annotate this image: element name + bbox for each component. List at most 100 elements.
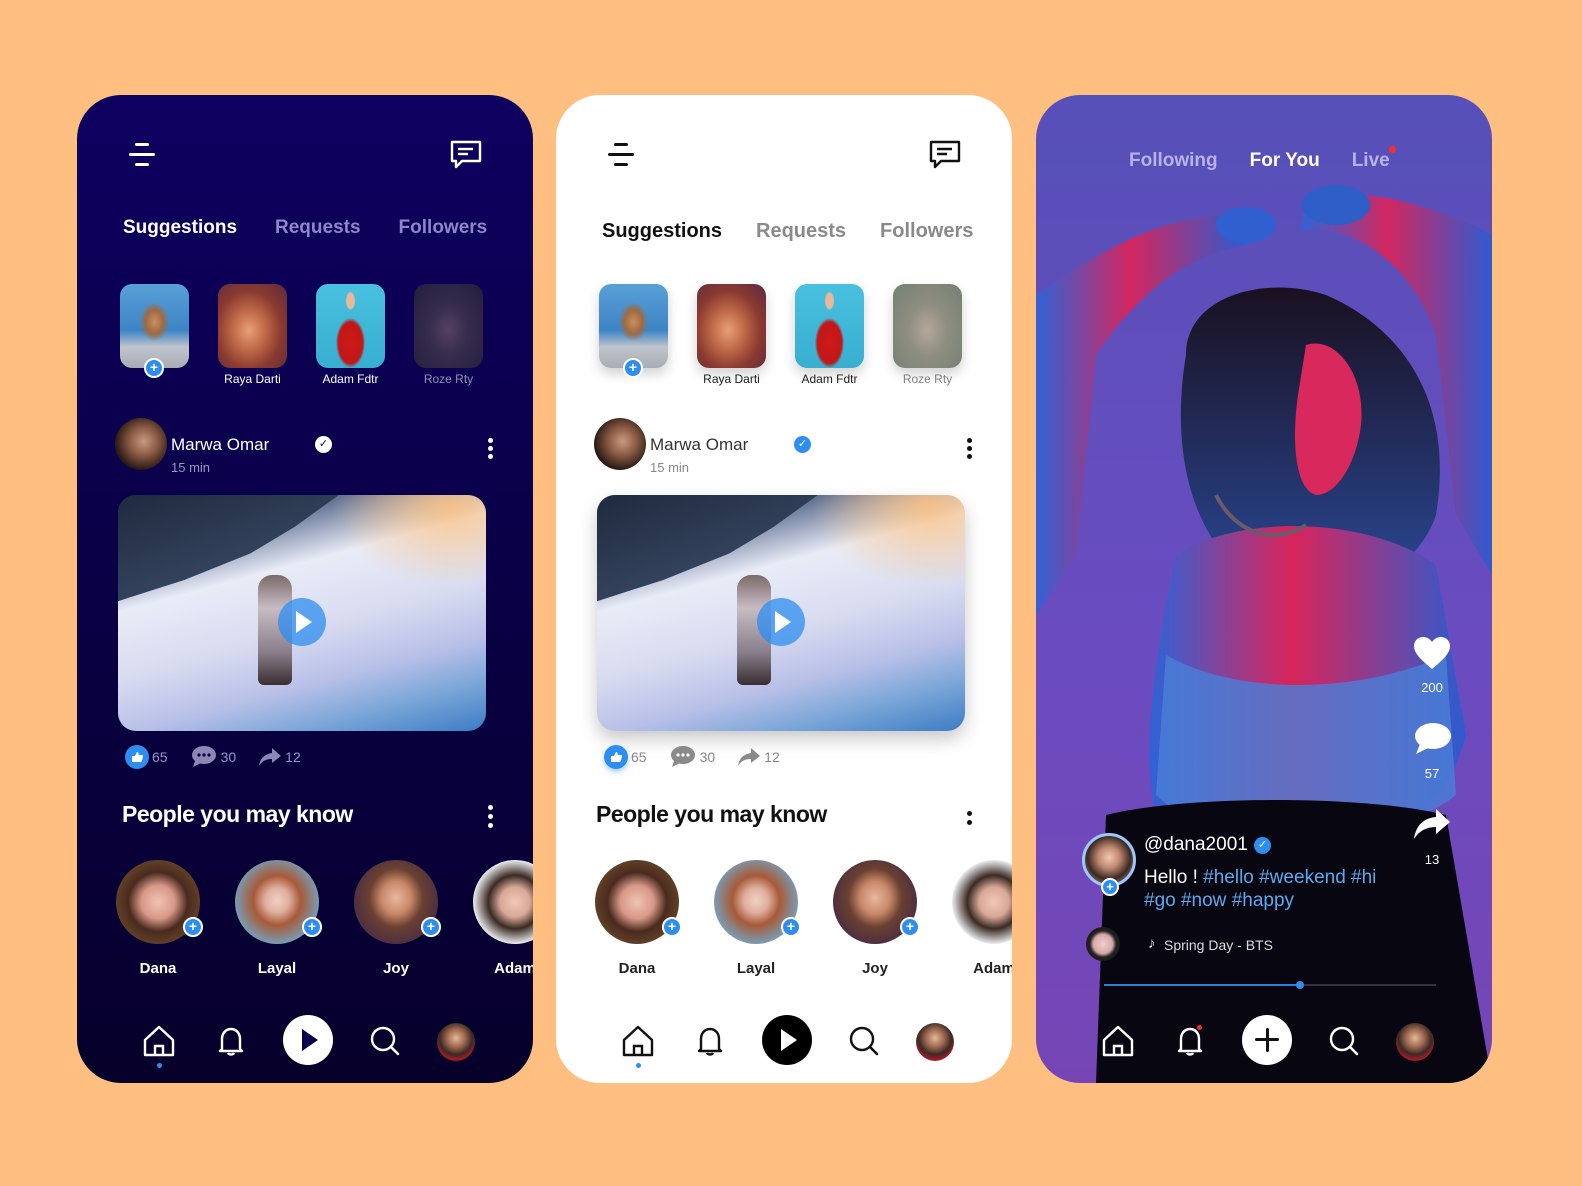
like-count: 65: [631, 749, 647, 765]
follow-button[interactable]: +: [421, 917, 441, 937]
follow-button[interactable]: +: [302, 917, 322, 937]
comment-button[interactable]: 30: [669, 745, 715, 769]
thumbs-up-icon: [604, 745, 628, 769]
post-more-options-icon[interactable]: [964, 438, 974, 459]
follow-button[interactable]: +: [662, 917, 682, 937]
person-card[interactable]: + Joy: [833, 860, 920, 977]
stories-row: + Raya Darti Adam Fdtr Roze Rty: [120, 284, 483, 387]
creator-handle[interactable]: @dana2001: [1144, 834, 1248, 856]
person-avatar: +: [116, 860, 203, 944]
tab-requests[interactable]: Requests: [756, 220, 846, 243]
tab-following[interactable]: Following: [1129, 150, 1218, 172]
like-video-button[interactable]: 200: [1410, 635, 1454, 695]
person-card[interactable]: Adam: [473, 860, 533, 977]
bell-icon[interactable]: [692, 1023, 728, 1059]
profile-avatar[interactable]: [437, 1023, 475, 1061]
comment-video-button[interactable]: 57: [1410, 721, 1454, 781]
profile-avatar[interactable]: [1396, 1023, 1434, 1061]
story-name: Adam Fdtr: [322, 372, 379, 386]
post-more-options-icon[interactable]: [485, 438, 495, 459]
like-button[interactable]: 65: [125, 745, 168, 769]
video-progress-handle[interactable]: [1295, 981, 1304, 989]
hashtag[interactable]: #weekend: [1259, 867, 1346, 888]
post-video-thumbnail[interactable]: [597, 495, 965, 731]
home-icon[interactable]: [141, 1023, 177, 1059]
hashtag[interactable]: #go: [1144, 890, 1176, 911]
hamburger-menu-icon[interactable]: [129, 143, 157, 169]
post-reactions: 65 30 12: [125, 745, 301, 769]
hashtag[interactable]: #now: [1181, 890, 1226, 911]
tab-requests[interactable]: Requests: [275, 217, 361, 239]
like-count: 65: [152, 749, 168, 765]
story-own[interactable]: +: [599, 284, 668, 387]
share-button[interactable]: 12: [737, 746, 780, 768]
tab-live[interactable]: Live: [1352, 146, 1396, 172]
follow-button[interactable]: +: [183, 917, 203, 937]
hashtag[interactable]: #hi: [1351, 867, 1376, 888]
comment-button[interactable]: 30: [190, 745, 236, 769]
author-name[interactable]: Marwa Omar: [171, 435, 269, 455]
story-item[interactable]: Raya Darti: [218, 284, 287, 387]
bell-icon[interactable]: [213, 1023, 249, 1059]
person-card[interactable]: + Layal: [235, 860, 322, 977]
bottom-navigation: [556, 1015, 1012, 1075]
notifications-button[interactable]: [1172, 1023, 1208, 1059]
video-progress-bar[interactable]: [1104, 981, 1436, 989]
follow-creator-button[interactable]: +: [1101, 878, 1119, 896]
story-item[interactable]: Roze Rty: [414, 284, 483, 387]
share-video-button[interactable]: 13: [1410, 807, 1454, 867]
story-item[interactable]: Roze Rty: [893, 284, 962, 387]
tab-suggestions[interactable]: Suggestions: [602, 220, 722, 243]
tab-followers[interactable]: Followers: [399, 217, 488, 239]
story-item[interactable]: Adam Fdtr: [316, 284, 385, 387]
profile-avatar[interactable]: [916, 1023, 954, 1061]
story-item[interactable]: Adam Fdtr: [795, 284, 864, 387]
hashtag[interactable]: #hello: [1203, 867, 1254, 888]
people-more-options-icon[interactable]: [485, 805, 495, 828]
music-disc-icon[interactable]: [1086, 927, 1120, 961]
share-button[interactable]: 12: [258, 746, 301, 768]
play-video-button[interactable]: [757, 598, 805, 646]
person-name: Dana: [139, 960, 177, 977]
hamburger-menu-icon[interactable]: [608, 143, 636, 169]
post-time: 15 min: [650, 460, 690, 475]
add-story-button[interactable]: +: [623, 358, 643, 378]
tab-for-you[interactable]: For You: [1250, 150, 1320, 172]
video-caption: Hello ! #hello #weekend #hi #go #now #ha…: [1144, 866, 1394, 912]
person-card[interactable]: + Dana: [116, 860, 203, 977]
person-card[interactable]: + Layal: [714, 860, 801, 977]
play-button[interactable]: [283, 1015, 333, 1065]
person-card[interactable]: Adam: [952, 860, 1012, 977]
follow-button[interactable]: +: [781, 917, 801, 937]
follow-button[interactable]: +: [900, 917, 920, 937]
person-card[interactable]: + Joy: [354, 860, 441, 977]
author-avatar[interactable]: [115, 418, 167, 470]
hashtag[interactable]: #happy: [1232, 890, 1294, 911]
search-icon[interactable]: [1326, 1023, 1362, 1059]
home-icon[interactable]: [620, 1023, 656, 1059]
song-title[interactable]: Spring Day - BTS: [1164, 937, 1273, 953]
tab-followers[interactable]: Followers: [880, 220, 973, 243]
author-name[interactable]: Marwa Omar: [650, 435, 748, 455]
play-button[interactable]: [762, 1015, 812, 1065]
author-avatar[interactable]: [594, 418, 646, 470]
tab-suggestions[interactable]: Suggestions: [123, 217, 237, 239]
add-story-button[interactable]: +: [144, 358, 164, 378]
story-item[interactable]: Raya Darti: [697, 284, 766, 387]
like-button[interactable]: 65: [604, 745, 647, 769]
story-own[interactable]: +: [120, 284, 189, 387]
post-video-thumbnail[interactable]: [118, 495, 486, 731]
story-image: [218, 284, 287, 368]
chat-bubble-icon[interactable]: [928, 139, 962, 171]
top-bar: [77, 135, 533, 175]
search-icon[interactable]: [367, 1023, 403, 1059]
people-more-options-icon[interactable]: [964, 811, 974, 831]
creator-avatar[interactable]: +: [1082, 833, 1136, 896]
search-icon[interactable]: [846, 1023, 882, 1059]
chat-bubble-icon[interactable]: [449, 139, 483, 171]
play-video-button[interactable]: [278, 598, 326, 646]
home-icon[interactable]: [1100, 1023, 1136, 1059]
person-card[interactable]: + Dana: [595, 860, 682, 977]
create-post-button[interactable]: [1242, 1015, 1292, 1065]
caption-text: Hello !: [1144, 867, 1198, 888]
